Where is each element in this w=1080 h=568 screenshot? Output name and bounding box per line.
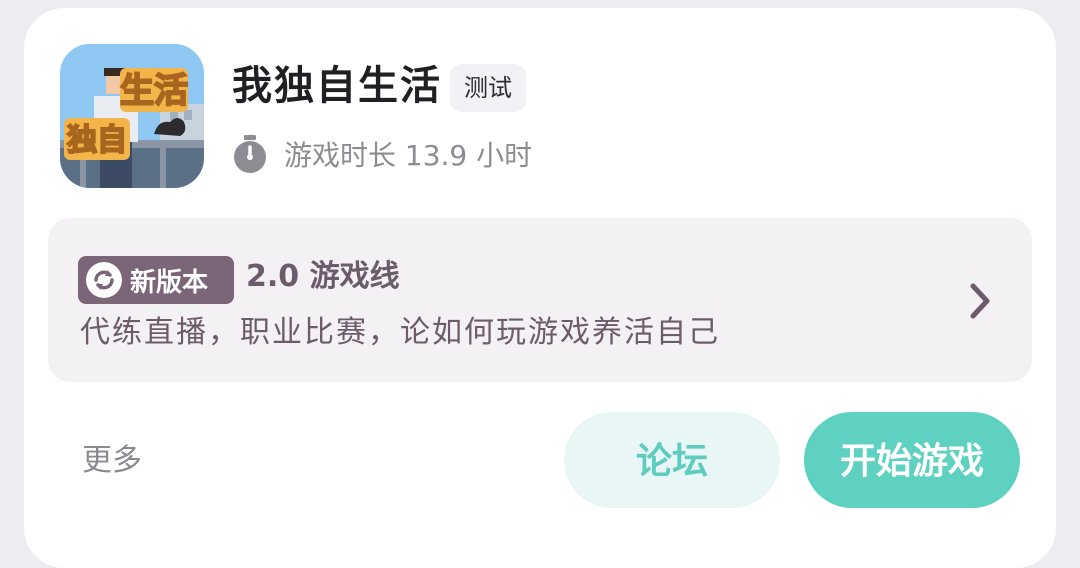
stopwatch-icon <box>234 135 266 173</box>
more-link[interactable]: 更多 <box>82 446 142 476</box>
version-description: 代练直播，职业比赛，论如何玩游戏养活自己 <box>80 315 720 350</box>
playtime-label: 游戏时长 13.9 小时 <box>284 139 533 172</box>
icon-text-bottom: 独自 <box>67 123 127 158</box>
game-app-icon[interactable]: 生活 独自 <box>60 44 204 188</box>
chevron-right-icon[interactable] <box>968 282 992 320</box>
refresh-icon <box>86 262 122 298</box>
forum-button[interactable]: 论坛 <box>564 412 780 508</box>
icon-text-top: 生活 <box>120 71 188 111</box>
new-version-panel[interactable]: 新版本 2.0 游戏线 代练直播，职业比赛，论如何玩游戏养活自己 <box>48 218 1032 382</box>
badge-label: 新版本 <box>130 267 209 298</box>
version-title: 2.0 游戏线 <box>246 259 400 294</box>
new-version-badge: 新版本 <box>78 256 234 304</box>
playtime-row: 游戏时长 13.9 小时 <box>232 134 532 174</box>
start-game-button[interactable]: 开始游戏 <box>804 412 1020 508</box>
game-card: 生活 独自 我独自生活 测试 游戏时长 13.9 小时 新版本 2.0 游戏线 <box>24 8 1056 568</box>
test-tag: 测试 <box>450 64 526 112</box>
game-title: 我独自生活 <box>232 63 442 109</box>
game-icon-art: 生活 独自 <box>60 44 204 188</box>
